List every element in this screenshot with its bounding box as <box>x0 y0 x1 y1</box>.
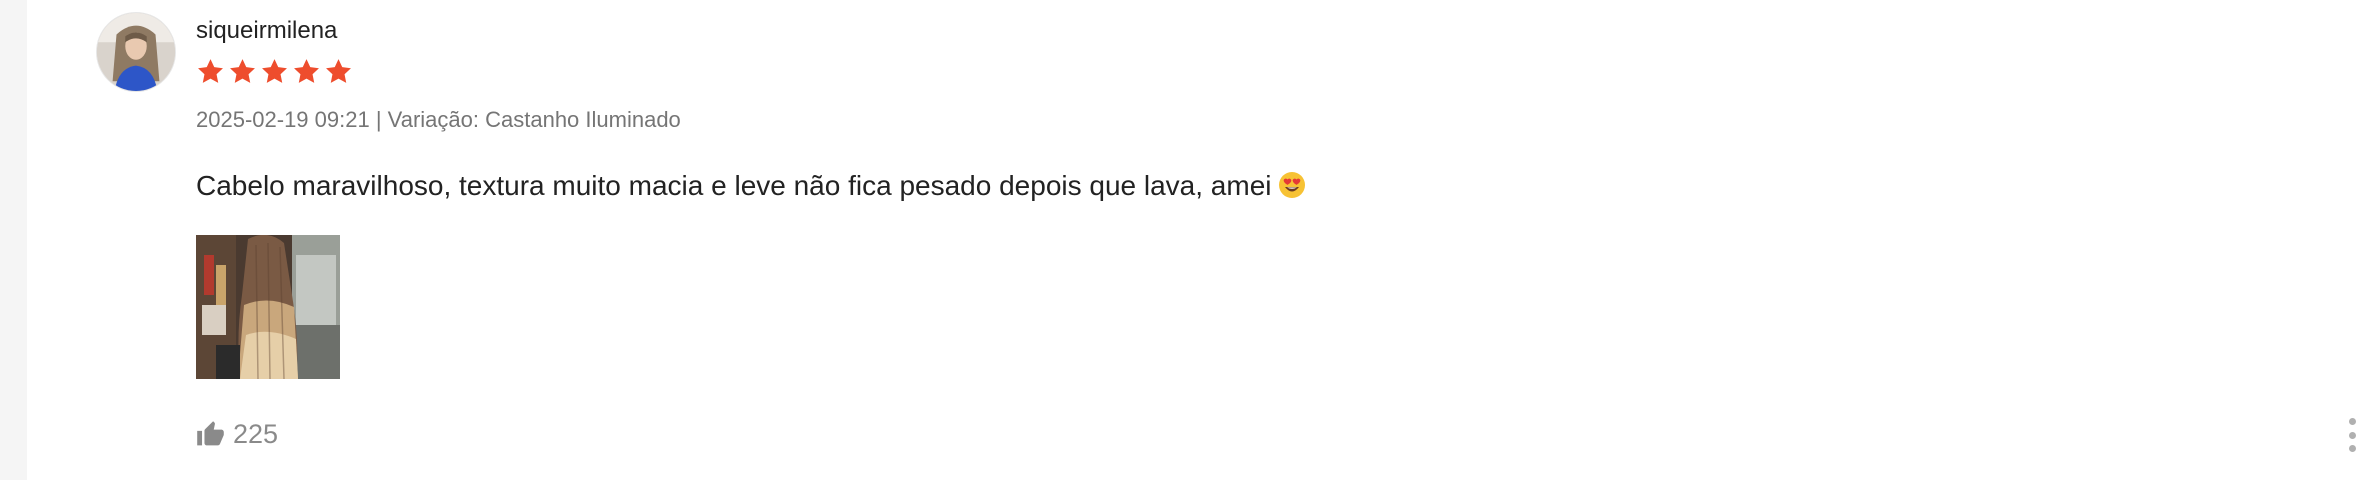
review-photo-thumbnail[interactable] <box>196 235 340 379</box>
review-card: siqueirmilena 2025-02-19 09:21 | Variaçã… <box>27 0 2364 480</box>
avatar[interactable] <box>96 12 176 92</box>
more-options-button[interactable] <box>2341 418 2363 452</box>
review-meta: 2025-02-19 09:21 | Variação: Castanho Il… <box>196 105 681 135</box>
star-icon <box>230 59 255 83</box>
comment-text: Cabelo maravilhoso, textura muito macia … <box>196 170 1272 201</box>
page: siqueirmilena 2025-02-19 09:21 | Variaçã… <box>0 0 2364 480</box>
star-rating <box>196 57 353 89</box>
star-icon <box>326 59 351 83</box>
review-comment: Cabelo maravilhoso, textura muito macia … <box>196 168 1306 204</box>
more-vertical-icon-dot <box>2348 431 2356 439</box>
star-icon <box>262 59 287 83</box>
review-datetime: 2025-02-19 09:21 <box>196 107 370 132</box>
thumbs-up-icon <box>197 420 224 445</box>
variation-label: Variação: <box>387 107 479 132</box>
like-button[interactable]: 225 <box>196 418 278 450</box>
heart-eyes-emoji-icon <box>1278 172 1305 198</box>
variation-value: Castanho Iluminado <box>485 107 681 132</box>
like-count: 225 <box>233 419 279 449</box>
more-vertical-icon-dot <box>2348 418 2356 425</box>
star-icon <box>198 59 223 83</box>
review-photo-image <box>196 235 340 379</box>
more-vertical-icon-dot <box>2348 445 2356 452</box>
username: siqueirmilena <box>196 17 338 44</box>
star-icon <box>294 59 319 83</box>
meta-separator: | <box>375 107 382 132</box>
avatar-image <box>97 13 175 91</box>
